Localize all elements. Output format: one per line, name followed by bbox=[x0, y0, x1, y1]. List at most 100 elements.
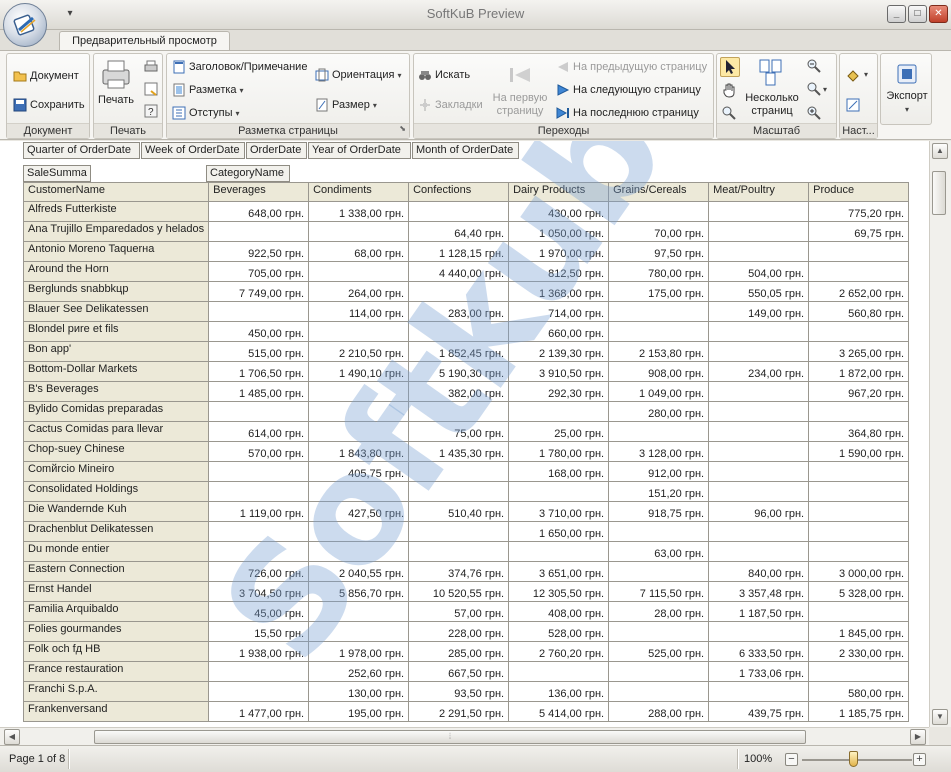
row-header[interactable]: Blondel pиre et fils bbox=[22, 321, 210, 342]
pointer-tool-icon[interactable] bbox=[720, 57, 740, 77]
data-cell: 3 710,00 грн. bbox=[508, 501, 610, 522]
row-header[interactable]: Bottom-Dollar Markets bbox=[22, 361, 210, 382]
multiple-pages-button[interactable]: Несколько страниц bbox=[743, 58, 801, 118]
indents-button[interactable]: Отступы ▾ bbox=[172, 104, 240, 122]
row-header[interactable]: B's Beverages bbox=[22, 381, 210, 402]
data-field-salesumma[interactable]: SaleSumma bbox=[23, 165, 91, 182]
row-header[interactable]: Frankenversand bbox=[22, 701, 210, 722]
zoom-slider-thumb[interactable] bbox=[849, 751, 858, 767]
row-header[interactable]: Blauer See Delikatessen bbox=[22, 301, 210, 322]
row-header[interactable]: Chop-suey Chinese bbox=[22, 441, 210, 462]
magnifier-icon[interactable] bbox=[722, 106, 736, 120]
watermark-icon[interactable] bbox=[846, 98, 860, 112]
size-button[interactable]: Размер ▾ bbox=[315, 96, 377, 114]
data-cell: 1 872,00 грн. bbox=[808, 361, 910, 382]
page-setup-icon[interactable] bbox=[144, 82, 158, 96]
zoom-out-button[interactable]: − bbox=[785, 753, 798, 766]
header-footer-button[interactable]: Заголовок/Примечание bbox=[172, 58, 307, 76]
row-header[interactable]: Berglunds snabbkцp bbox=[22, 281, 210, 302]
data-cell bbox=[208, 661, 310, 682]
fill-color-icon[interactable] bbox=[846, 68, 860, 82]
data-cell: 25,00 грн. bbox=[508, 421, 610, 442]
open-document-button[interactable]: Документ bbox=[13, 67, 79, 85]
row-header[interactable]: Die Wandernde Kuh bbox=[22, 501, 210, 522]
zoom-out-icon[interactable] bbox=[807, 59, 821, 73]
filter-field[interactable]: Year of OrderDate bbox=[308, 142, 411, 159]
tab-preview[interactable]: Предварительный просмотр bbox=[59, 31, 230, 51]
row-header[interactable]: Eastern Connection bbox=[22, 561, 210, 582]
data-cell: 28,00 грн. bbox=[608, 601, 710, 622]
row-header[interactable]: Ernst Handel bbox=[22, 581, 210, 602]
row-header[interactable]: Drachenblut Delikatessen bbox=[22, 521, 210, 542]
row-header[interactable]: Du monde entier bbox=[22, 541, 210, 562]
orientation-button[interactable]: Ориентация ▾ bbox=[315, 66, 401, 84]
dialog-launcher-icon[interactable]: ⬊ bbox=[399, 122, 406, 136]
filter-field[interactable]: Week of OrderDate bbox=[141, 142, 245, 159]
row-header[interactable]: Consolidated Holdings bbox=[22, 481, 210, 502]
row-header[interactable]: Around the Horn bbox=[22, 261, 210, 282]
margins-menu-button[interactable]: Разметка ▾ bbox=[172, 81, 244, 99]
data-cell bbox=[408, 521, 510, 542]
maximize-button[interactable]: □ bbox=[908, 5, 927, 23]
print-button[interactable]: Печать bbox=[96, 58, 136, 107]
column-header[interactable]: Grains/Cereals bbox=[608, 182, 710, 202]
row-field-customername[interactable]: CustomerName bbox=[22, 182, 210, 202]
column-header[interactable]: Condiments bbox=[308, 182, 410, 202]
minimize-button[interactable]: _ bbox=[887, 5, 906, 23]
row-header[interactable]: Bon app' bbox=[22, 341, 210, 362]
previous-page-button[interactable]: На предыдущую страницу bbox=[556, 58, 707, 76]
export-button[interactable]: Экспорт ▾ bbox=[883, 62, 931, 116]
chevron-down-icon[interactable]: ▾ bbox=[823, 85, 827, 94]
row-header[interactable]: Familia Arquibaldo bbox=[22, 601, 210, 622]
zoom-in-button[interactable]: + bbox=[913, 753, 926, 766]
filter-field[interactable]: Month of OrderDate bbox=[412, 142, 519, 159]
scroll-up-icon[interactable]: ▲ bbox=[932, 143, 948, 159]
scroll-right-icon[interactable]: ▶ bbox=[910, 729, 926, 745]
table-row: Folk och fд HB 1 938,00 грн. 1 978,00 грн.… bbox=[22, 641, 910, 662]
zoom-icon[interactable] bbox=[807, 82, 821, 96]
row-header[interactable]: Alfreds Futterkiste bbox=[22, 201, 210, 222]
scroll-left-icon[interactable]: ◀ bbox=[4, 729, 20, 745]
column-header[interactable]: Confections bbox=[408, 182, 510, 202]
first-page-icon bbox=[510, 68, 530, 82]
row-header[interactable]: Cactus Comidas para llevar bbox=[22, 421, 210, 442]
hand-tool-icon[interactable] bbox=[722, 82, 736, 98]
row-header[interactable]: Folk och fд HB bbox=[22, 641, 210, 662]
help-icon[interactable]: ? bbox=[144, 104, 158, 118]
filter-field[interactable]: OrderDate bbox=[246, 142, 307, 159]
application-menu-button[interactable] bbox=[3, 3, 47, 47]
save-button[interactable]: Сохранить bbox=[13, 96, 85, 114]
vertical-scroll-thumb[interactable] bbox=[932, 171, 946, 215]
row-header[interactable]: Franchi S.p.A. bbox=[22, 681, 210, 702]
vertical-scrollbar[interactable]: ▲ ▼ bbox=[929, 141, 951, 727]
first-page-button[interactable]: На первую страницу bbox=[492, 62, 548, 118]
horizontal-scroll-thumb[interactable]: ⦙ bbox=[94, 730, 806, 744]
row-header[interactable]: Antonio Moreno Taquerнa bbox=[22, 241, 210, 262]
row-header[interactable]: France restauration bbox=[22, 661, 210, 682]
close-button[interactable]: ✕ bbox=[929, 5, 948, 23]
row-header[interactable]: Comйrcio Mineiro bbox=[22, 461, 210, 482]
column-header[interactable]: Beverages bbox=[208, 182, 310, 202]
ribbon-group-settings-label: Наст... bbox=[840, 123, 877, 138]
row-header[interactable]: Bylido Comidas preparadas bbox=[22, 401, 210, 422]
horizontal-scrollbar[interactable]: ◀ ⦙ ▶ bbox=[0, 727, 929, 745]
row-header[interactable]: Folies gourmandes bbox=[22, 621, 210, 642]
column-header[interactable]: Meat/Poultry bbox=[708, 182, 810, 202]
floppy-disk-icon bbox=[13, 98, 27, 112]
column-header[interactable]: Dairy Products bbox=[508, 182, 610, 202]
chevron-down-icon[interactable]: ▾ bbox=[864, 70, 868, 79]
data-cell: 63,00 грн. bbox=[608, 541, 710, 562]
next-page-button[interactable]: На следующую страницу bbox=[556, 81, 701, 99]
find-button[interactable]: Искать bbox=[418, 66, 470, 84]
column-header[interactable]: Produce bbox=[808, 182, 910, 202]
zoom-in-icon[interactable] bbox=[807, 106, 821, 120]
chevron-down-icon: ▾ bbox=[904, 105, 909, 114]
scroll-down-icon[interactable]: ▼ bbox=[932, 709, 948, 725]
last-page-button[interactable]: На последнюю страницу bbox=[556, 104, 699, 122]
filter-field[interactable]: Quarter of OrderDate bbox=[23, 142, 140, 159]
row-header[interactable]: Ana Trujillo Emparedados y helados bbox=[22, 221, 210, 242]
first-page-label-1: На первую bbox=[492, 92, 548, 104]
quick-print-icon[interactable] bbox=[144, 60, 158, 74]
column-field-categoryname[interactable]: CategoryName bbox=[206, 165, 290, 182]
bookmarks-button[interactable]: Закладки bbox=[418, 96, 483, 114]
